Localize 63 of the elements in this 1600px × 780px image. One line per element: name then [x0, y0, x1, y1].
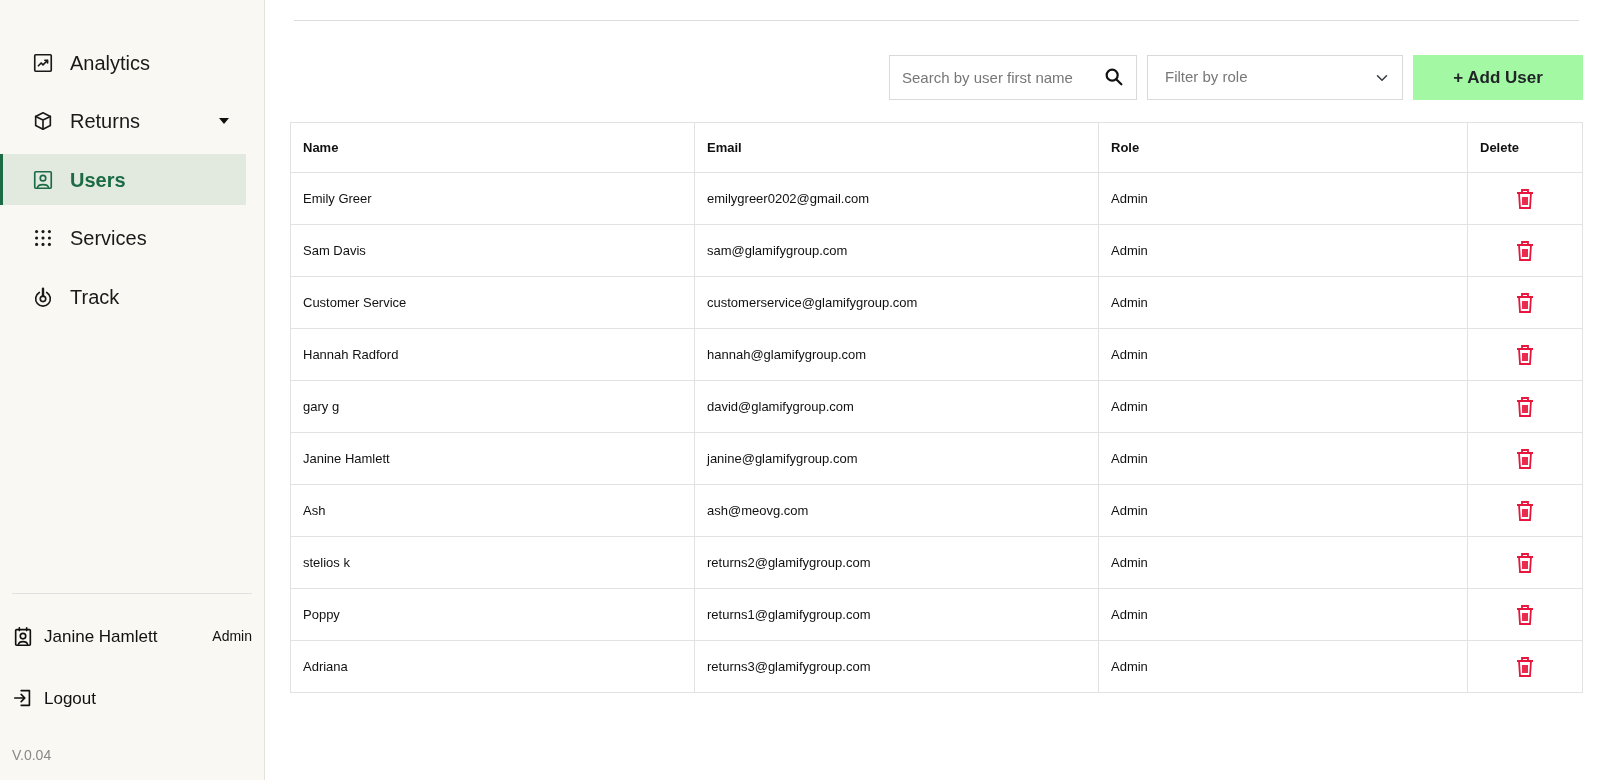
search-field[interactable]: Search by user first name	[889, 55, 1137, 100]
table-cell: stelios k	[290, 536, 695, 589]
column-header: Delete	[1467, 122, 1583, 173]
table-cell: Admin	[1098, 484, 1468, 537]
trash-icon[interactable]	[1515, 499, 1535, 522]
table-cell: Poppy	[290, 588, 695, 641]
search-icon	[1103, 66, 1125, 88]
table-cell: hannah@glamifygroup.com	[694, 328, 1099, 381]
nav-item[interactable]: Track	[0, 271, 246, 322]
trash-icon[interactable]	[1515, 187, 1535, 210]
trash-icon[interactable]	[1515, 603, 1535, 626]
user-name: Janine Hamlett	[44, 626, 158, 648]
table-cell: Admin	[1098, 328, 1468, 381]
table-cell: janine@glamifygroup.com	[694, 432, 1099, 485]
table-cell: Janine Hamlett	[290, 432, 695, 485]
table-cell: Admin	[1098, 640, 1468, 693]
table-cell: customerservice@glamifygroup.com	[694, 276, 1099, 329]
trash-icon[interactable]	[1515, 239, 1535, 262]
table-cell: sam@glamifygroup.com	[694, 224, 1099, 277]
nav-item[interactable]: Returns	[0, 95, 246, 147]
role-filter-dropdown[interactable]: Filter by role	[1147, 55, 1403, 100]
trash-icon[interactable]	[1515, 655, 1535, 678]
table-cell: Admin	[1098, 380, 1468, 433]
add-user-button[interactable]: + Add User	[1413, 55, 1583, 100]
table-cell: Admin	[1098, 224, 1468, 277]
table-cell: Admin	[1098, 536, 1468, 589]
table-cell: emilygreer0202@gmail.com	[694, 172, 1099, 225]
table-cell: Hannah Radford	[290, 328, 695, 381]
user-icon	[32, 168, 54, 191]
column-header: Role	[1098, 122, 1468, 173]
column-header: Name	[290, 122, 695, 173]
user-badge-icon	[12, 625, 34, 648]
target-icon	[32, 285, 54, 308]
table-cell: returns3@glamifygroup.com	[694, 640, 1099, 693]
grid-dots-icon	[32, 227, 54, 249]
column-header: Email	[694, 122, 1099, 173]
table-cell: returns2@glamifygroup.com	[694, 536, 1099, 589]
version-text: V.0.04	[12, 746, 53, 765]
trash-icon[interactable]	[1515, 395, 1535, 418]
box-icon	[32, 110, 54, 132]
table-cell: Sam Davis	[290, 224, 695, 277]
nav-item[interactable]: Services	[0, 212, 246, 264]
nav-item[interactable]: Users	[0, 154, 246, 205]
trash-icon[interactable]	[1515, 447, 1535, 470]
trash-icon[interactable]	[1515, 551, 1535, 574]
table-cell: Admin	[1098, 276, 1468, 329]
table-cell: Admin	[1098, 432, 1468, 485]
user-role: Admin	[212, 627, 252, 647]
logout-button[interactable]: Logout	[12, 685, 96, 711]
table-cell: david@glamifygroup.com	[694, 380, 1099, 433]
table-cell: Emily Greer	[290, 172, 695, 225]
trash-icon[interactable]	[1515, 343, 1535, 366]
table-cell: Ash	[290, 484, 695, 537]
table-cell: Adriana	[290, 640, 695, 693]
trash-icon[interactable]	[1515, 291, 1535, 314]
table-cell: returns1@glamifygroup.com	[694, 588, 1099, 641]
table-cell: Admin	[1098, 588, 1468, 641]
nav-item[interactable]: Analytics	[0, 37, 246, 88]
table-cell: Customer Service	[290, 276, 695, 329]
table-cell: ash@meovg.com	[694, 484, 1099, 537]
table-cell: Admin	[1098, 172, 1468, 225]
chart-icon	[32, 51, 54, 74]
table-cell: gary g	[290, 380, 695, 433]
